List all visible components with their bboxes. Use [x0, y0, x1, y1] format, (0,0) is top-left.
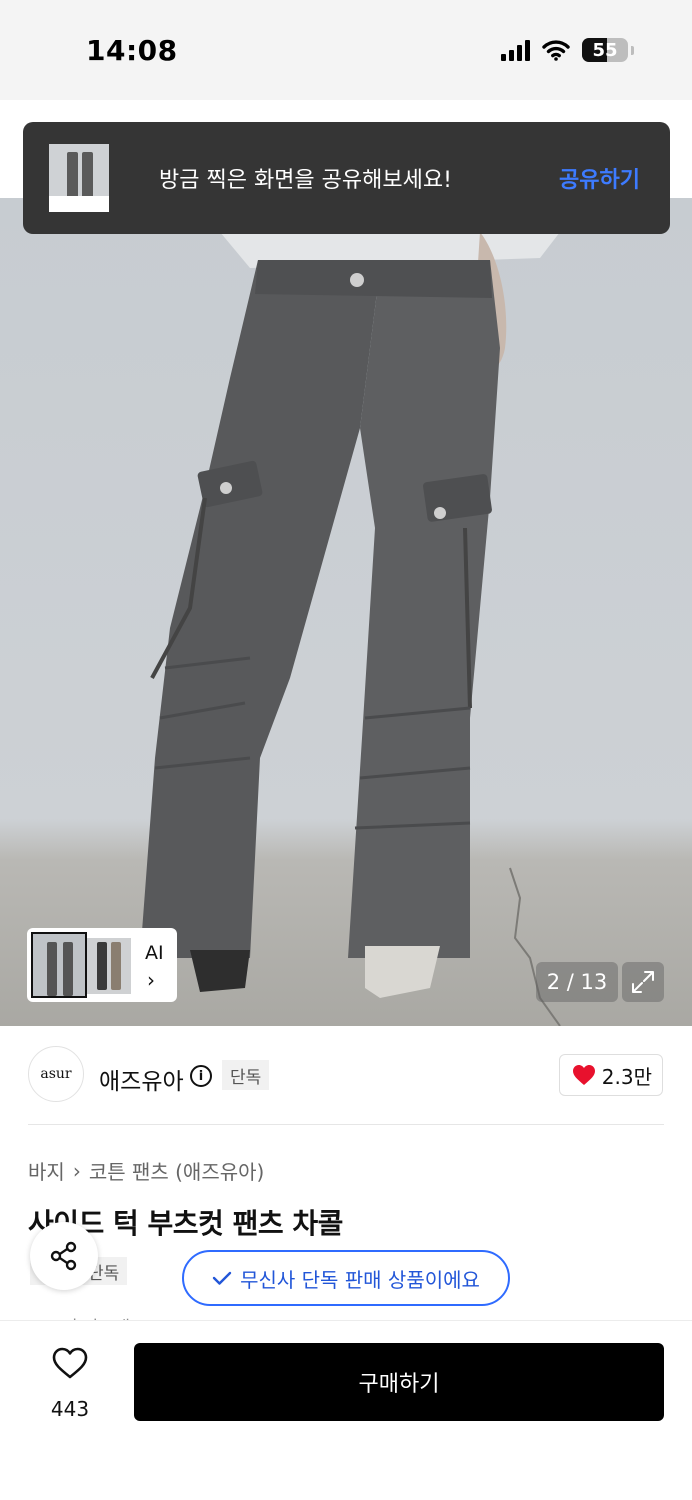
share-icon	[50, 1241, 77, 1271]
battery-icon: 55	[582, 38, 628, 62]
heart-outline-icon	[52, 1347, 88, 1379]
brand-logo[interactable]: asur	[28, 1046, 84, 1102]
breadcrumb-separator: ›	[72, 1158, 81, 1183]
expand-icon	[632, 971, 654, 993]
ai-similar-items-button[interactable]: AI ›	[27, 928, 177, 1002]
brand-like-button[interactable]: 2.3만	[558, 1054, 663, 1096]
share-now-button[interactable]: 공유하기	[559, 162, 640, 194]
signal-icon	[501, 39, 530, 61]
breadcrumb-item-cotton-pants[interactable]: 코튼 팬츠 (애즈유아)	[89, 1156, 265, 1185]
breadcrumb-item-pants[interactable]: 바지	[28, 1156, 65, 1185]
buy-button[interactable]: 구매하기	[134, 1343, 664, 1421]
exclusive-sale-text: 무신사 단독 판매 상품이에요	[240, 1267, 480, 1292]
brand-exclusive-badge: 단독	[222, 1060, 270, 1090]
screenshot-thumbnail[interactable]	[49, 144, 109, 212]
ai-label: AI	[145, 942, 164, 964]
check-icon	[212, 1271, 232, 1285]
divider	[28, 1124, 664, 1125]
info-icon[interactable]: i	[190, 1065, 212, 1087]
bottom-action-bar: 443 구매하기	[0, 1320, 692, 1500]
product-photo	[140, 232, 561, 1026]
brand-name[interactable]: 애즈유아	[99, 1062, 184, 1096]
battery-tip	[631, 45, 634, 55]
wifi-icon	[542, 40, 570, 61]
breadcrumb: 바지 › 코튼 팬츠 (애즈유아)	[28, 1156, 264, 1185]
toast-message: 방금 찍은 화면을 공유해보세요!	[159, 168, 452, 193]
status-time: 14:08	[86, 34, 178, 67]
status-bar: 14:08 55	[0, 0, 692, 100]
share-toast: 방금 찍은 화면을 공유해보세요! 공유하기	[23, 122, 670, 234]
heart-filled-icon	[572, 1065, 595, 1085]
wishlist-button[interactable]: 443	[40, 1347, 100, 1427]
gallery-thumbnail-1	[31, 932, 87, 998]
wishlist-count: 443	[50, 1397, 90, 1421]
image-page-counter: 2 / 13	[536, 962, 618, 1002]
expand-image-button[interactable]	[622, 962, 664, 1002]
gallery-thumbnail-2	[87, 938, 131, 994]
share-button[interactable]	[30, 1222, 98, 1290]
chevron-right-icon: ›	[147, 968, 155, 992]
status-icons: 55	[501, 38, 634, 62]
brand-row: asur 애즈유아 i 단독 2.3만	[0, 1026, 692, 1126]
product-main-image[interactable]	[0, 198, 692, 1026]
exclusive-sale-chip: 무신사 단독 판매 상품이에요	[182, 1250, 510, 1306]
brand-like-count: 2.3만	[601, 1064, 652, 1089]
battery-level: 55	[592, 39, 618, 61]
